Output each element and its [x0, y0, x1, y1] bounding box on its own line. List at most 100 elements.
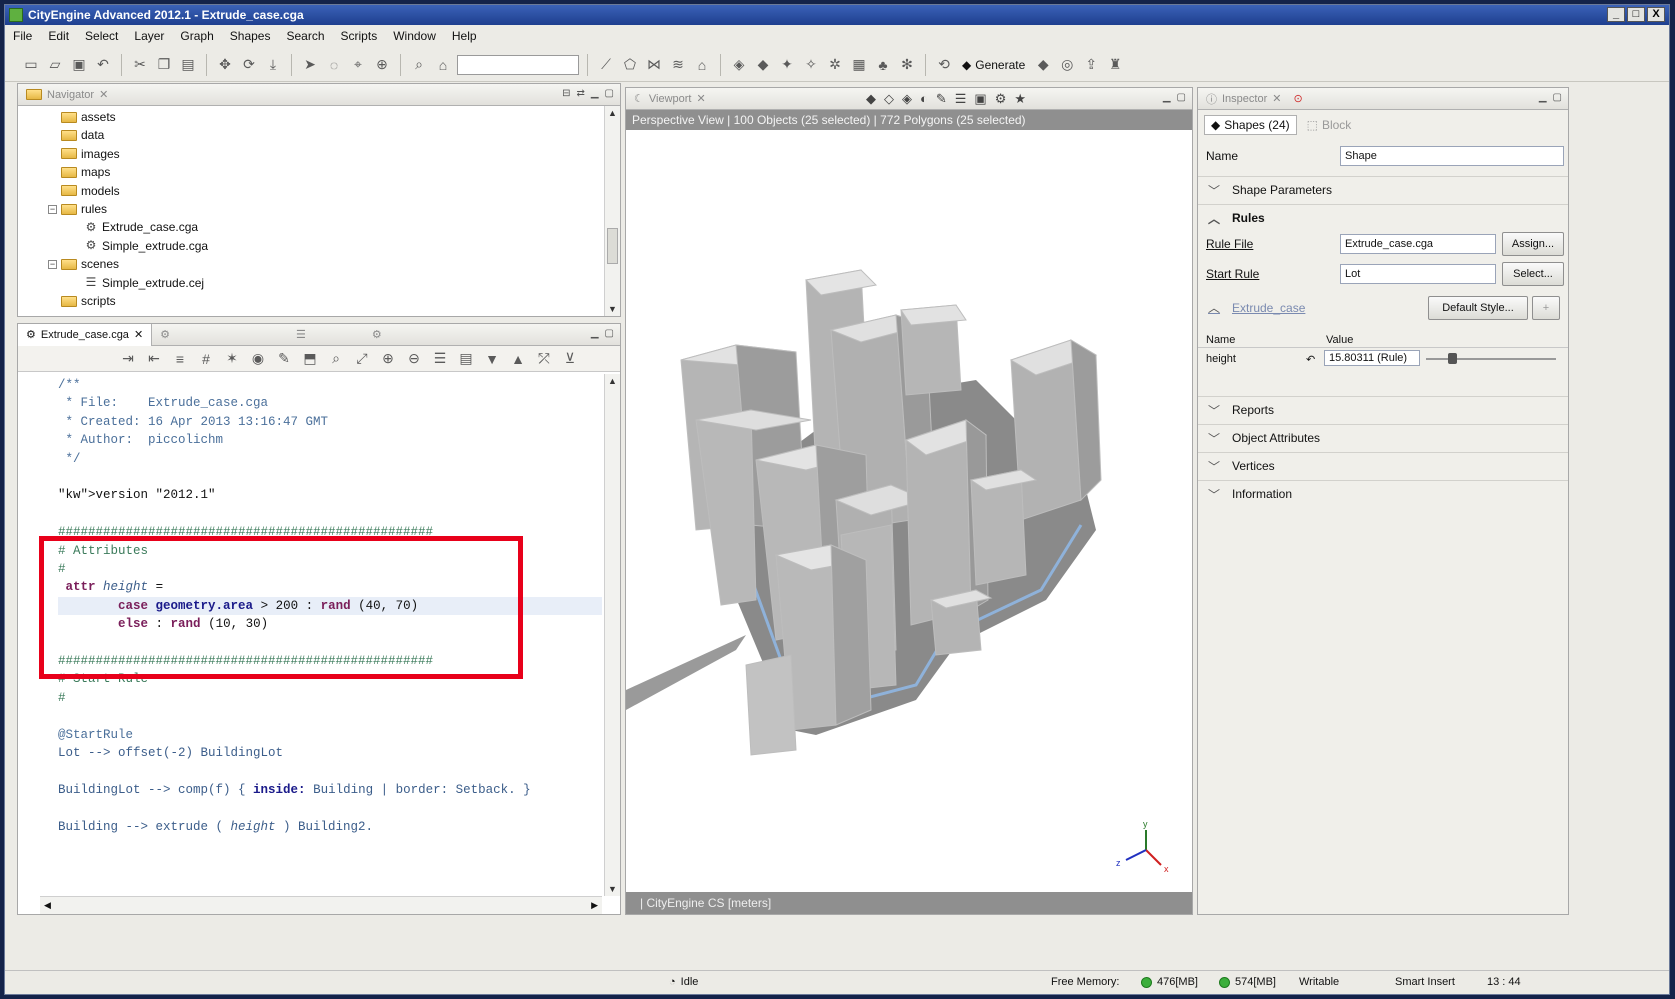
attribute-slider-handle[interactable]	[1448, 353, 1457, 364]
save-icon[interactable]: ▣	[69, 55, 89, 75]
tab-3[interactable]: ☰	[288, 328, 314, 341]
menu-search[interactable]: Search	[286, 29, 324, 43]
block-icon[interactable]: ◆	[753, 55, 773, 75]
lightning-icon[interactable]: ✶	[222, 349, 242, 369]
collapse-icon[interactable]: −	[48, 259, 57, 269]
layers-icon[interactable]: ☰	[955, 91, 967, 107]
pin-icon[interactable]: ⊙	[1293, 92, 1302, 105]
rule-file-link[interactable]: Rule File	[1206, 237, 1253, 251]
undo-icon[interactable]: ↶	[93, 55, 113, 75]
editor-vertical-scrollbar[interactable]: ▲ ▼	[604, 374, 620, 896]
start-rule-field[interactable]: Lot	[1340, 264, 1496, 284]
zoom-out-icon[interactable]: ⊖	[404, 349, 424, 369]
menu-select[interactable]: Select	[85, 29, 118, 43]
shadow-icon[interactable]: ◐	[920, 91, 928, 107]
menu-layer[interactable]: Layer	[134, 29, 164, 43]
maximize-icon[interactable]: ▢	[1553, 92, 1562, 103]
tab-2[interactable]: ⚙	[152, 328, 178, 341]
city-3d-view[interactable]: y x z	[626, 130, 1192, 892]
street-tool-icon[interactable]: ⟋	[596, 55, 616, 75]
open-icon[interactable]: ▱	[45, 55, 65, 75]
collapse-icon[interactable]: −	[48, 204, 57, 214]
rotate-icon[interactable]: ⟳	[239, 55, 259, 75]
merge-icon[interactable]: ✧	[801, 55, 821, 75]
maximize-icon[interactable]: ▢	[605, 328, 614, 339]
graph-icon[interactable]: ⬒	[300, 349, 320, 369]
default-style-button[interactable]: Default Style...	[1428, 296, 1528, 320]
collapse-all-icon[interactable]: ⊟	[562, 88, 570, 99]
indent-icon[interactable]: ⇥	[118, 349, 138, 369]
minimize-button[interactable]: _	[1607, 7, 1625, 22]
tree-item[interactable]: images	[48, 145, 120, 163]
start-rule-link[interactable]: Start Rule	[1206, 267, 1259, 281]
section-reports[interactable]: ﹀ Reports	[1198, 396, 1568, 423]
navigator-scrollbar[interactable]: ▲ ▼	[604, 106, 620, 316]
generate-icon[interactable]: ◉	[248, 349, 268, 369]
minimize-icon[interactable]: ▁	[1163, 92, 1171, 103]
menu-scripts[interactable]: Scripts	[341, 29, 378, 43]
menu-graph[interactable]: Graph	[180, 29, 213, 43]
search-icon[interactable]: ⌕	[326, 349, 346, 369]
toolbar-search-input[interactable]	[457, 54, 579, 75]
tree-item[interactable]: assets	[48, 108, 116, 126]
tree-item[interactable]: − rules	[48, 200, 107, 218]
tree-item[interactable]: ⚙ Extrude_case.cga	[84, 218, 198, 236]
split-icon[interactable]: ✲	[825, 55, 845, 75]
rule-file-field[interactable]: Extrude_case.cga	[1340, 234, 1496, 254]
shading-icon[interactable]: ◆	[866, 91, 876, 107]
copy-icon[interactable]: ❐	[154, 55, 174, 75]
section-information[interactable]: ﹀ Information	[1198, 480, 1568, 507]
tree-item[interactable]: maps	[48, 163, 110, 181]
tab-navigator[interactable]: Navigator ✕	[18, 88, 116, 101]
polygon-tool-icon[interactable]: ⬠	[620, 55, 640, 75]
shape-icon[interactable]: ◈	[729, 55, 749, 75]
terrain-icon[interactable]: ≋	[668, 55, 688, 75]
bug-icon[interactable]: ✻	[897, 55, 917, 75]
menu-file[interactable]: File	[13, 29, 32, 43]
link-icon[interactable]: ⇄	[576, 88, 584, 99]
format-icon[interactable]: ≡	[170, 349, 190, 369]
comment-icon[interactable]: #	[196, 349, 216, 369]
brush-icon[interactable]: ✎	[274, 349, 294, 369]
menu-edit[interactable]: Edit	[48, 29, 69, 43]
generate-button[interactable]: ◆ Generate	[958, 58, 1029, 72]
attribute-value-field[interactable]: 15.80311 (Rule)	[1324, 350, 1420, 366]
pointer-icon[interactable]: ➤	[300, 55, 320, 75]
move-icon[interactable]: ✥	[215, 55, 235, 75]
tab-inspector[interactable]: ⓘ Inspector ✕	[1198, 91, 1289, 107]
scale-icon[interactable]: ⤓	[263, 55, 283, 75]
tab-block[interactable]: ⬚ Block	[1307, 118, 1352, 132]
section-object-attributes[interactable]: ﹀ Object Attributes	[1198, 424, 1568, 451]
expand-icon[interactable]: ⤱	[534, 349, 554, 369]
lock-icon[interactable]: ⌂	[433, 55, 453, 75]
outdent-icon[interactable]: ⇤	[144, 349, 164, 369]
filter-icon[interactable]: ▼	[482, 349, 502, 369]
tree-item[interactable]: ⚙ Simple_extrude.cga	[84, 237, 208, 255]
menu-shapes[interactable]: Shapes	[230, 29, 271, 43]
cut-icon[interactable]: ✂	[130, 55, 150, 75]
lasso-icon[interactable]: ◌	[324, 55, 344, 75]
up-icon[interactable]: ▲	[508, 349, 528, 369]
tree-item[interactable]: ☰ Simple_extrude.cej	[84, 274, 204, 292]
search-icon[interactable]: ⌕	[409, 55, 429, 75]
paste-icon[interactable]: ▤	[178, 55, 198, 75]
tab-extrude-case[interactable]: ⚙ Extrude_case.cga ✕	[18, 323, 153, 346]
wireframe-icon[interactable]: ◇	[884, 91, 894, 107]
attribute-slider-track[interactable]	[1426, 358, 1556, 360]
editor-horizontal-scrollbar[interactable]: ◀ ▶	[40, 896, 602, 914]
maximize-icon[interactable]: ▢	[605, 88, 614, 99]
brush-icon[interactable]: ✎	[936, 91, 947, 107]
tree-item[interactable]: scripts	[48, 292, 116, 310]
maximize-icon[interactable]: ▢	[1177, 92, 1186, 103]
outline-icon[interactable]: ▤	[456, 349, 476, 369]
frame-icon[interactable]: ⌖	[348, 55, 368, 75]
tree-item[interactable]: data	[48, 126, 104, 144]
name-field[interactable]: Shape	[1340, 146, 1564, 166]
tab-shapes[interactable]: ◆ Shapes (24)	[1204, 115, 1297, 135]
home-icon[interactable]: ⌂	[692, 55, 712, 75]
grow-street-icon[interactable]: ⋈	[644, 55, 664, 75]
tree-icon[interactable]: ♣	[873, 55, 893, 75]
minimize-icon[interactable]: ▁	[591, 328, 599, 339]
refresh-icon[interactable]: ⟲	[934, 55, 954, 75]
bookmark-icon[interactable]: ★	[1014, 91, 1026, 107]
